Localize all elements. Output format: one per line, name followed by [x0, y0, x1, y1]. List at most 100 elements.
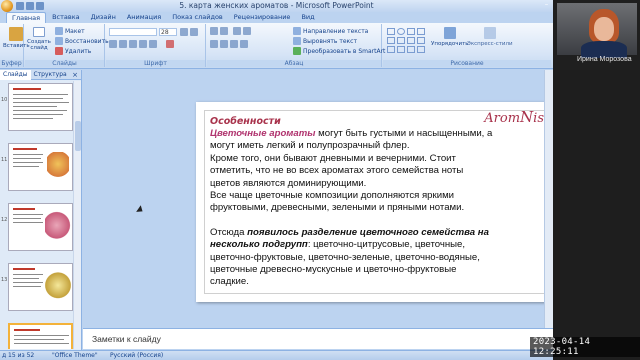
slide-thumbnail-active[interactable]	[8, 323, 73, 349]
body-line: Кроме того, они бывают дневными и вечерн…	[210, 152, 456, 164]
bullets-icon[interactable]	[210, 27, 218, 35]
slides-panel: Слайды Структура × 10 11 12 13	[0, 69, 82, 350]
body-line: Все чаще цветочные композиции дополняютс…	[210, 190, 455, 202]
group-slides: Создать слайд Макет Восстановить Удалить…	[25, 24, 109, 67]
shape-smile-icon[interactable]	[407, 46, 415, 53]
thumbnail-image	[45, 210, 71, 244]
minimize-icon[interactable]: –	[540, 0, 553, 11]
window-controls: –	[540, 0, 553, 11]
tab-slideshow[interactable]: Показ слайдов	[167, 12, 228, 23]
tab-insert[interactable]: Вставка	[47, 12, 85, 23]
close-icon[interactable]: ×	[72, 71, 78, 79]
numbering-icon[interactable]	[220, 27, 228, 35]
align-text-icon	[293, 37, 301, 45]
new-slide-icon	[33, 27, 45, 37]
shape-oval-icon[interactable]	[397, 28, 405, 35]
shape-brace-icon[interactable]	[387, 46, 395, 53]
arrange-button[interactable]: Упорядочить	[431, 27, 469, 47]
align-text-button[interactable]: Выровнять текст	[293, 37, 357, 45]
quick-styles-button[interactable]: Экспресс-стили	[467, 27, 513, 47]
shape-rectangle-icon[interactable]	[387, 28, 395, 35]
tab-home[interactable]: Главная	[6, 12, 47, 23]
shape-textbox-icon[interactable]	[397, 37, 405, 44]
ribbon-tabs: Главная Вставка Дизайн Анимация Показ сл…	[0, 12, 553, 23]
thumbnail-image	[45, 270, 71, 304]
language-indicator[interactable]: Русский (Россия)	[110, 352, 163, 359]
layout-icon	[55, 27, 63, 35]
body-line: цветов являются доминирующими.	[210, 177, 367, 189]
group-paragraph: Направление текста Выровнять текст Преоб…	[207, 24, 385, 67]
body-line: цветочные древесно-мускусные и цветочно-…	[210, 264, 457, 276]
delete-button[interactable]: Удалить	[55, 47, 91, 55]
slide-heading: Особенности	[210, 116, 281, 127]
bold-icon[interactable]	[109, 40, 117, 48]
clipboard-icon	[9, 27, 24, 41]
text-direction-button[interactable]: Направление текста	[293, 27, 368, 35]
tab-slides[interactable]: Слайды	[0, 69, 31, 80]
tab-animation[interactable]: Анимация	[122, 12, 166, 23]
scrollbar-thumb[interactable]	[75, 121, 81, 151]
body-line: отметить, что не во всех ароматах этого …	[210, 165, 464, 177]
slide-thumbnail[interactable]	[8, 143, 73, 191]
font-name-combo[interactable]	[109, 28, 157, 36]
font-color-icon[interactable]	[166, 40, 174, 48]
shape-more-icon[interactable]	[417, 46, 425, 53]
shrink-font-icon[interactable]	[190, 28, 198, 36]
notes-placeholder: Заметки к слайду	[92, 334, 161, 344]
webcam-overlay: Ирина Морозова	[553, 0, 640, 70]
underline-icon[interactable]	[129, 40, 137, 48]
current-slide[interactable]: AromNis Особенности Цветочные ароматы мо…	[196, 102, 553, 302]
group-drawing: Упорядочить Экспресс-стили Рисование	[383, 24, 551, 67]
tab-review[interactable]: Рецензирование	[229, 12, 296, 23]
italic-icon[interactable]	[119, 40, 127, 48]
tab-view[interactable]: Вид	[296, 12, 319, 23]
window-title: 5. карта женских ароматов - Microsoft Po…	[179, 1, 374, 10]
tab-outline[interactable]: Структура	[31, 71, 70, 78]
restore-icon	[55, 37, 63, 45]
thumbnail-scrollbar[interactable]	[73, 81, 81, 349]
shape-heart-icon[interactable]	[397, 46, 405, 53]
increase-indent-icon[interactable]	[243, 27, 251, 35]
body-line: цветочно-фруктовые, цветочно-зеленые, цв…	[210, 251, 480, 263]
slide-body-text[interactable]: Цветочные ароматы могут быть густыми и н…	[210, 128, 540, 289]
recording-timestamp: 2023-04-14 12:25:11	[530, 337, 640, 357]
slide-thumbnail[interactable]	[8, 83, 73, 131]
align-center-icon[interactable]	[220, 40, 228, 48]
slide-number: 11	[1, 157, 8, 163]
layout-button[interactable]: Макет	[55, 27, 85, 35]
notes-pane[interactable]: Заметки к слайду	[83, 328, 553, 349]
align-right-icon[interactable]	[230, 40, 238, 48]
align-left-icon[interactable]	[210, 40, 218, 48]
text-direction-icon	[293, 27, 301, 35]
decrease-indent-icon[interactable]	[233, 27, 241, 35]
shadow-icon[interactable]	[149, 40, 157, 48]
powerpoint-window: 5. карта женских ароматов - Microsoft Po…	[0, 0, 553, 360]
shape-triangle-icon[interactable]	[387, 37, 395, 44]
smartart-button[interactable]: Преобразовать в SmartArt	[293, 47, 385, 55]
shape-star-icon[interactable]	[407, 37, 415, 44]
slide-thumbnail[interactable]	[8, 263, 73, 311]
font-size-combo[interactable]: 28	[159, 28, 177, 36]
body-line: фруктовыми, древесными, зелеными и пряны…	[210, 202, 465, 214]
thumbnail-image	[47, 152, 69, 182]
shape-callout-icon[interactable]	[417, 37, 425, 44]
smartart-icon	[293, 47, 301, 55]
body-line: несколько подгрупп: цветочно-цитрусовые,…	[210, 239, 466, 251]
strike-icon[interactable]	[139, 40, 147, 48]
slide-number: 13	[1, 277, 8, 283]
shape-arrow-icon[interactable]	[417, 28, 425, 35]
delete-icon	[55, 47, 63, 55]
slide-counter: д 15 из 52	[2, 352, 35, 359]
grow-font-icon[interactable]	[180, 28, 188, 36]
restore-button[interactable]: Восстановить	[55, 37, 109, 45]
tab-design[interactable]: Дизайн	[86, 12, 121, 23]
slide-scrollbar[interactable]	[544, 70, 553, 328]
new-slide-button[interactable]: Создать слайд	[27, 27, 51, 51]
group-clipboard: Вставить Буфер ...	[0, 24, 30, 74]
justify-icon[interactable]	[240, 40, 248, 48]
aromanis-logo: AromNis	[484, 108, 544, 126]
theme-name: "Office Theme"	[52, 352, 98, 359]
body-line: могут иметь легкий и полупрозрачный флер…	[210, 140, 410, 152]
shape-line-icon[interactable]	[407, 28, 415, 35]
slide-thumbnail[interactable]	[8, 203, 73, 251]
